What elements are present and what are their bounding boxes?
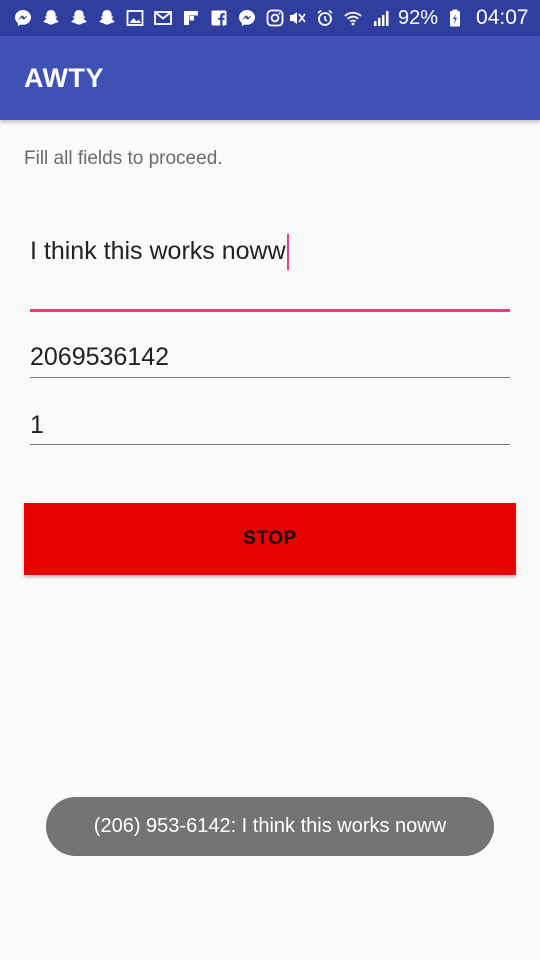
facebook-icon <box>208 8 230 28</box>
phone-number-value: 2069536142 <box>30 343 170 371</box>
gmail-icon <box>152 8 174 28</box>
snapchat-icon <box>68 8 90 28</box>
mute-vibrate-icon <box>286 8 308 28</box>
app-bar: AWTY <box>0 36 540 120</box>
snapchat-icon <box>96 8 118 28</box>
toast-message: (206) 953-6142: I think this works noww <box>46 797 494 856</box>
app-title: AWTY <box>24 62 104 93</box>
battery-percent: 92% <box>398 6 439 29</box>
status-bar: 92% 04:07 <box>0 0 540 36</box>
snapchat-icon <box>40 8 62 28</box>
system-status: 92% 04:07 <box>286 6 529 30</box>
instructions-text: Fill all fields to proceed. <box>24 148 223 169</box>
notification-icons <box>12 8 286 28</box>
clock: 04:07 <box>476 6 529 29</box>
battery-charging-icon <box>444 8 466 28</box>
stop-button[interactable]: STOP <box>24 503 516 575</box>
gallery-icon <box>124 8 146 28</box>
instagram-icon <box>264 8 286 28</box>
message-input[interactable]: I think this works noww <box>30 228 510 312</box>
alarm-icon <box>314 8 336 28</box>
messenger-icon <box>236 8 258 28</box>
messenger-icon <box>12 8 34 28</box>
text-cursor <box>286 234 289 271</box>
flipboard-icon <box>180 8 202 28</box>
wifi-icon <box>342 8 364 28</box>
message-input-value: I think this works noww <box>30 237 286 265</box>
signal-icon <box>370 8 392 28</box>
phone-number-input[interactable]: 2069536142 <box>30 338 510 378</box>
minutes-value: 1 <box>30 411 44 439</box>
minutes-input[interactable]: 1 <box>30 406 510 445</box>
